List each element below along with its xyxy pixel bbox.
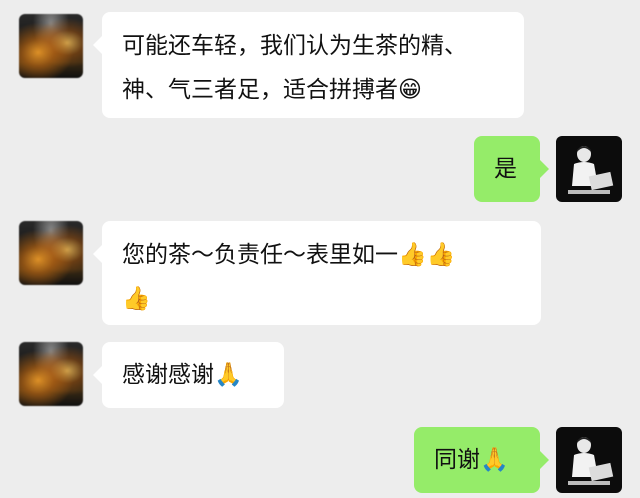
message-text: 可能还车轻，我们认为生茶的精、 (122, 33, 467, 59)
message-text: 同谢🙏 (434, 447, 509, 473)
message-text: 您的茶～负责任～表里如一👍👍 (122, 242, 456, 268)
bubble-tail (93, 245, 102, 263)
contact-avatar[interactable] (19, 342, 83, 406)
message-text: 神、气三者足，适合拼搏者😁 (122, 77, 422, 103)
message-bubble-incoming[interactable]: 感谢感谢🙏 (102, 342, 284, 408)
message-bubble-outgoing[interactable]: 同谢🙏 (414, 427, 540, 493)
message-bubble-outgoing[interactable]: 是 (474, 136, 540, 202)
bubble-tail (93, 36, 102, 54)
bubble-tail (93, 366, 102, 384)
person-reading-icon (564, 142, 614, 198)
bubble-tail (540, 160, 549, 178)
message-text: 感谢感谢🙏 (122, 362, 243, 388)
message-text: 👍 (122, 286, 151, 312)
my-avatar[interactable] (556, 427, 622, 493)
person-reading-icon (564, 433, 614, 489)
my-avatar[interactable] (556, 136, 622, 202)
message-text: 是 (494, 156, 517, 182)
message-bubble-incoming[interactable]: 您的茶～负责任～表里如一👍👍 👍 (102, 221, 541, 325)
contact-avatar[interactable] (19, 14, 83, 78)
message-bubble-incoming[interactable]: 可能还车轻，我们认为生茶的精、 神、气三者足，适合拼搏者😁 (102, 12, 524, 118)
bubble-tail (540, 451, 549, 469)
contact-avatar[interactable] (19, 221, 83, 285)
